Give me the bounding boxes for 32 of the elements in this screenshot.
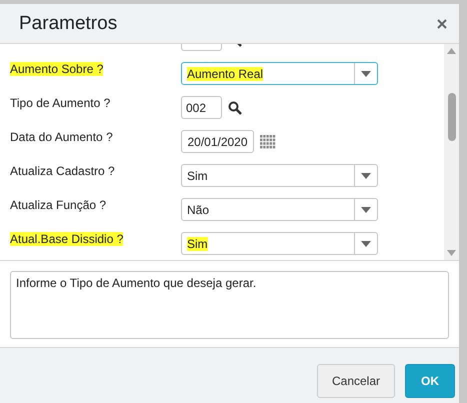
scroll-thumb[interactable] bbox=[448, 93, 456, 141]
cancel-button[interactable]: Cancelar bbox=[317, 364, 395, 398]
dropdown-field[interactable]: Aumento Real bbox=[181, 62, 378, 85]
date-field[interactable]: 20/01/2020 bbox=[181, 130, 254, 153]
close-icon[interactable] bbox=[435, 16, 449, 30]
caret-icon bbox=[361, 70, 371, 76]
field-label: Aumento Sobre ? bbox=[10, 62, 104, 76]
calendar-icon[interactable] bbox=[260, 134, 276, 148]
field-value: 002 bbox=[186, 100, 206, 114]
caret-icon bbox=[361, 206, 371, 212]
help-text: Informe o Tipo de Aumento que deseja gerar. bbox=[16, 276, 256, 290]
field-label: Atual.Base Dissidio ? bbox=[10, 232, 124, 246]
input-field[interactable]: 002 bbox=[181, 96, 222, 119]
field-value: Não bbox=[187, 202, 210, 216]
caret-icon bbox=[361, 172, 371, 178]
dropdown-field[interactable]: Sim bbox=[181, 164, 378, 187]
field-label: Atualiza Função ? bbox=[10, 198, 106, 212]
field-value: Aumento Real bbox=[187, 66, 264, 80]
scrollbar[interactable] bbox=[444, 44, 459, 260]
search-icon[interactable] bbox=[228, 100, 242, 114]
window-title: Parametros bbox=[19, 12, 118, 34]
scroll-up-icon[interactable] bbox=[447, 48, 456, 54]
field-label: Tipo de Aumento ? bbox=[10, 96, 110, 110]
field-label: Atualiza Cadastro ? bbox=[10, 164, 115, 178]
field-label: Data do Aumento ? bbox=[10, 130, 113, 144]
dropdown-field[interactable]: Não bbox=[181, 198, 378, 221]
field-value: Sim bbox=[187, 168, 208, 182]
caret-icon bbox=[361, 240, 371, 246]
dropdown-field[interactable]: Sim bbox=[181, 232, 378, 255]
scroll-down-icon[interactable] bbox=[447, 250, 456, 256]
field-value: 20/01/2020 bbox=[187, 134, 248, 148]
field-value: Sim bbox=[187, 236, 208, 250]
